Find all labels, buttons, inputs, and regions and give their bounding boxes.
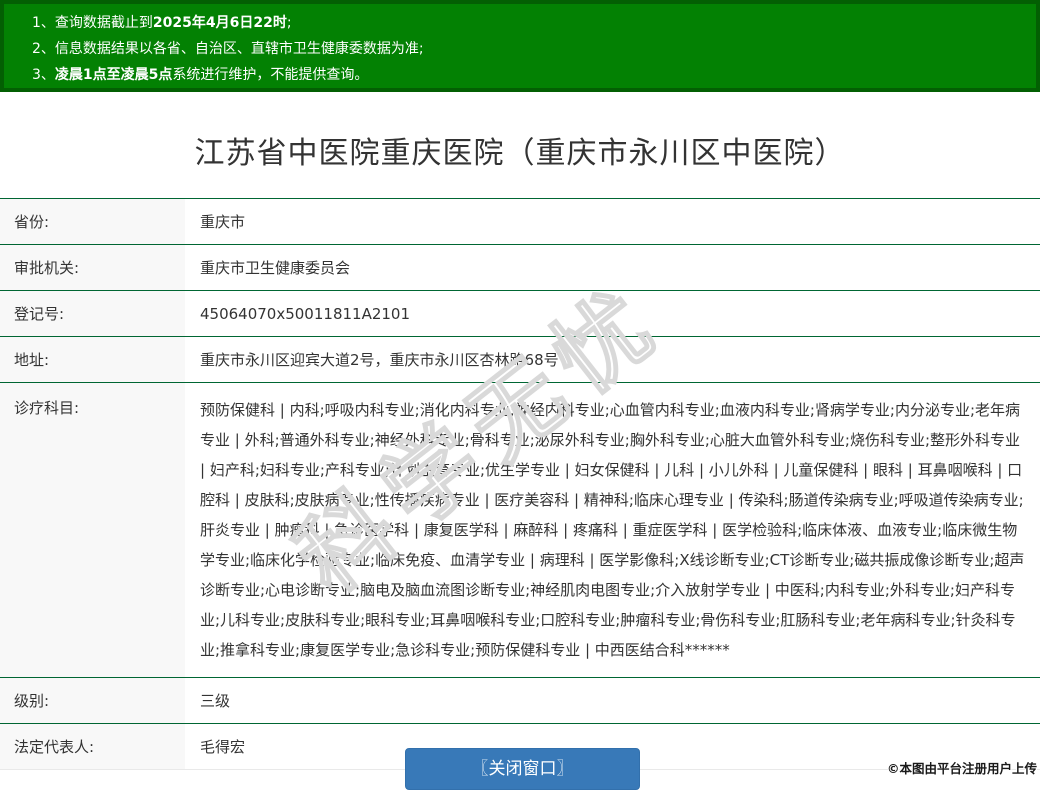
table-row-level: 级别: 三级 <box>0 678 1040 724</box>
row-value: 预防保健科 | 内科;呼吸内科专业;消化内科专业;神经内科专业;心血管内科专业;… <box>200 401 1025 659</box>
notice-text: ; <box>286 15 292 31</box>
notice-banner: 1、查询数据截止到2025年4月6日22时; 2、信息数据结果以各省、自治区、直… <box>0 0 1040 92</box>
notice-bold-text: 2025年4月6日22时 <box>152 15 287 31</box>
table-row-address: 地址: 重庆市永川区迎宾大道2号，重庆市永川区杏林路68号 <box>0 337 1040 383</box>
notice-text: 2、信息数据结果以各省、自治区、直辖市卫生健康委数据为准; <box>32 41 424 57</box>
table-row-registration-number: 登记号: 45064070x50011811A2101 <box>0 291 1040 337</box>
info-table: 省份: 重庆市 审批机关: 重庆市卫生健康委员会 登记号: 45064070x5… <box>0 198 1040 770</box>
image-credit: ©本图由平台注册用户上传 <box>886 761 1037 776</box>
row-value: 重庆市卫生健康委员会 <box>200 259 351 277</box>
notice-item: 2、信息数据结果以各省、自治区、直辖市卫生健康委数据为准; <box>32 36 1026 62</box>
row-label: 法定代表人: <box>0 724 185 769</box>
row-label: 级别: <box>0 678 185 723</box>
table-row-province: 省份: 重庆市 <box>0 199 1040 245</box>
notice-item: 1、查询数据截止到2025年4月6日22时; <box>32 10 1026 36</box>
row-label: 地址: <box>0 337 185 382</box>
row-label: 诊疗科目: <box>0 383 185 677</box>
notice-text: 3、 <box>32 67 55 83</box>
row-value: 三级 <box>200 692 231 710</box>
notice-item: 3、凌晨1点至凌晨5点系统进行维护，不能提供查询。 <box>32 62 1026 88</box>
row-value: 重庆市永川区迎宾大道2号，重庆市永川区杏林路68号 <box>200 351 559 369</box>
row-value: 45064070x50011811A2101 <box>200 304 411 323</box>
close-window-button[interactable]: 〖关闭窗口〗 <box>405 748 640 790</box>
notice-bold-text: 凌晨1点至凌晨5点 <box>54 67 173 83</box>
page-title: 江苏省中医院重庆医院（重庆市永川区中医院） <box>194 136 846 171</box>
row-label: 登记号: <box>0 291 185 336</box>
row-label: 审批机关: <box>0 245 185 290</box>
row-label: 省份: <box>0 199 185 244</box>
row-value: 重庆市 <box>200 213 246 231</box>
table-row-medical-departments: 诊疗科目: 预防保健科 | 内科;呼吸内科专业;消化内科专业;神经内科专业;心血… <box>0 383 1040 678</box>
notice-text: 系统进行维护，不能提供查询。 <box>172 67 369 83</box>
table-row-approval-authority: 审批机关: 重庆市卫生健康委员会 <box>0 245 1040 291</box>
notice-text: 1、查询数据截止到 <box>32 15 153 31</box>
